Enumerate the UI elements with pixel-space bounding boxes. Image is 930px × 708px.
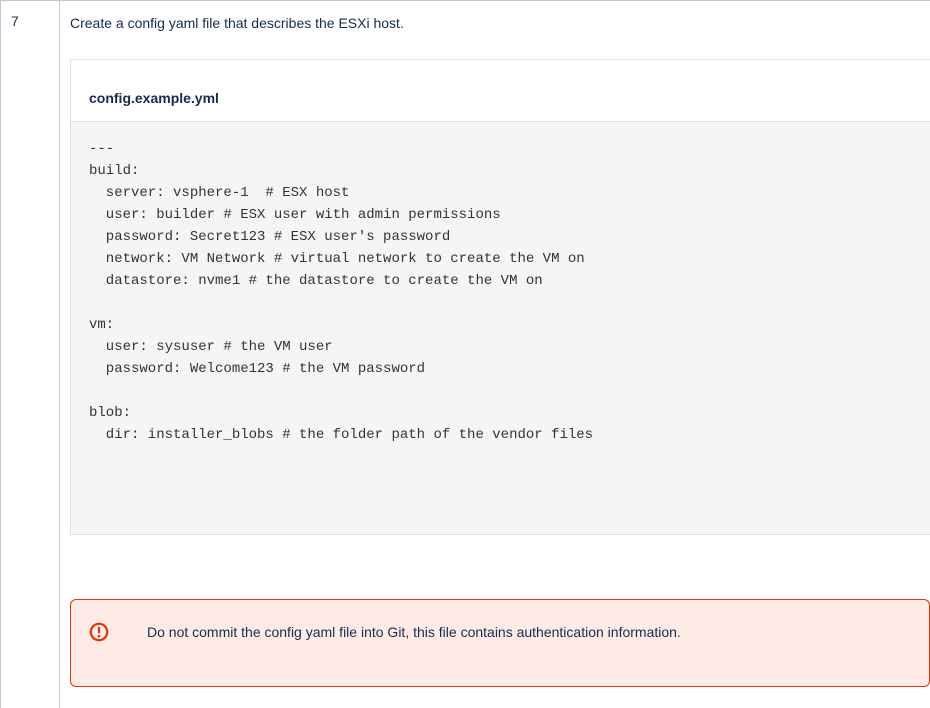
code-line: server: vsphere-1 # ESX host <box>89 185 350 201</box>
step-instruction: Create a config yaml file that describes… <box>70 15 404 31</box>
code-line: user: sysuser # the VM user <box>89 339 333 355</box>
instruction-table: 7 Create a config yaml file that describ… <box>0 0 930 708</box>
code-line: user: builder # ESX user with admin perm… <box>89 207 501 223</box>
code-line: datastore: nvme1 # the datastore to crea… <box>89 273 543 289</box>
code-line: build: <box>89 163 140 179</box>
code-line: vm: <box>89 317 115 333</box>
code-block-title: config.example.yml <box>71 60 930 122</box>
warning-text: Do not commit the config yaml file into … <box>147 624 681 640</box>
step-number-cell: 7 <box>0 0 60 708</box>
step-content-cell: Create a config yaml file that describes… <box>60 0 930 708</box>
code-block: config.example.yml --- build: server: vs… <box>70 59 930 535</box>
code-line: dir: installer_blobs # the folder path o… <box>89 427 594 443</box>
code-line: --- <box>89 141 115 157</box>
code-line: password: Welcome123 # the VM password <box>89 361 426 377</box>
code-line: network: VM Network # virtual network to… <box>89 251 585 267</box>
code-line: blob: <box>89 405 132 421</box>
warning-icon <box>89 622 109 642</box>
code-block-body[interactable]: --- build: server: vsphere-1 # ESX host … <box>71 122 930 534</box>
code-line: password: Secret123 # ESX user's passwor… <box>89 229 451 245</box>
warning-panel: Do not commit the config yaml file into … <box>70 599 930 687</box>
step-number: 7 <box>11 13 19 29</box>
